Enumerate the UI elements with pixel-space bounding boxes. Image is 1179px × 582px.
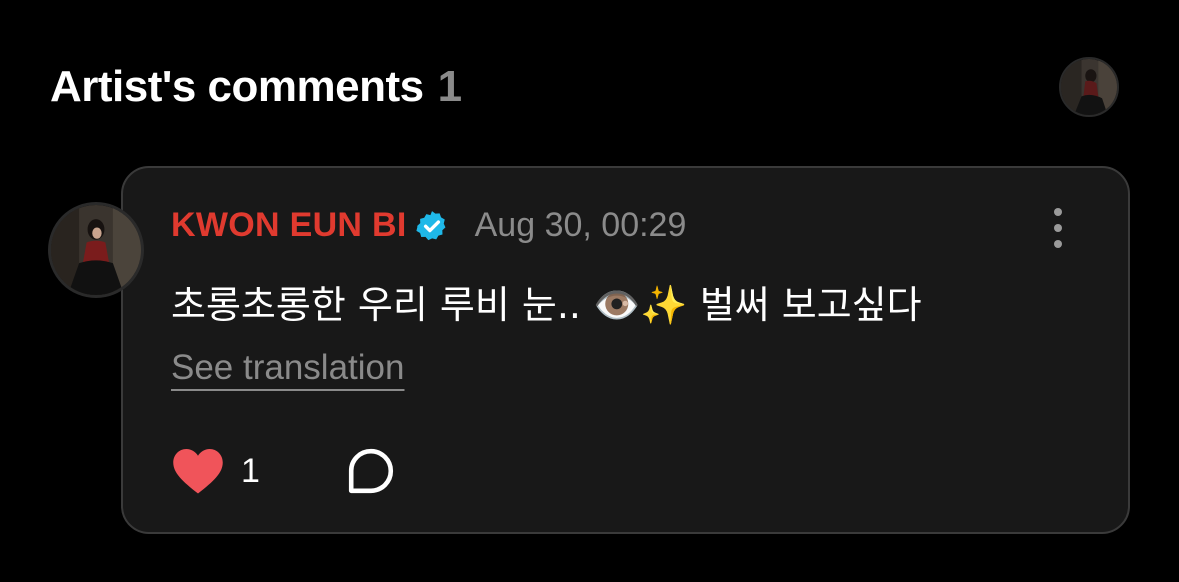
artist-filter-avatar[interactable]: [1059, 57, 1119, 117]
verified-badge-icon: [416, 210, 446, 240]
avatar-image: [1061, 59, 1117, 115]
comment-meta: KWON EUN BI Aug 30, 00:29: [171, 206, 686, 245]
more-dot: [1054, 208, 1062, 216]
comment-body: 초롱초롱한 우리 루비 눈.. 👁️✨ 벌써 보고싶다: [171, 283, 922, 327]
author-avatar[interactable]: [48, 202, 144, 298]
comment-timestamp: Aug 30, 00:29: [474, 206, 687, 244]
like-count: 1: [241, 451, 260, 490]
more-options-icon[interactable]: [1050, 208, 1066, 248]
comment-count: 1: [437, 62, 463, 111]
more-dot: [1054, 240, 1062, 248]
heart-icon: [173, 448, 223, 494]
section-header: Artist's comments 1: [50, 62, 462, 112]
more-dot: [1054, 224, 1062, 232]
artist-comments-screen: Artist's comments 1 KWON EUN BI Aug 30, …: [0, 0, 1179, 582]
avatar-image: [51, 205, 141, 295]
comment-actions: 1: [171, 446, 396, 496]
section-title: Artist's comments: [50, 62, 424, 111]
comment-bubble-icon[interactable]: [346, 446, 396, 496]
author-name[interactable]: KWON EUN BI: [171, 206, 407, 245]
like-button[interactable]: 1: [171, 446, 260, 496]
see-translation-link[interactable]: See translation: [171, 348, 404, 388]
comment-card: KWON EUN BI Aug 30, 00:29 초롱초롱한 우리 루비 눈.…: [121, 166, 1130, 534]
